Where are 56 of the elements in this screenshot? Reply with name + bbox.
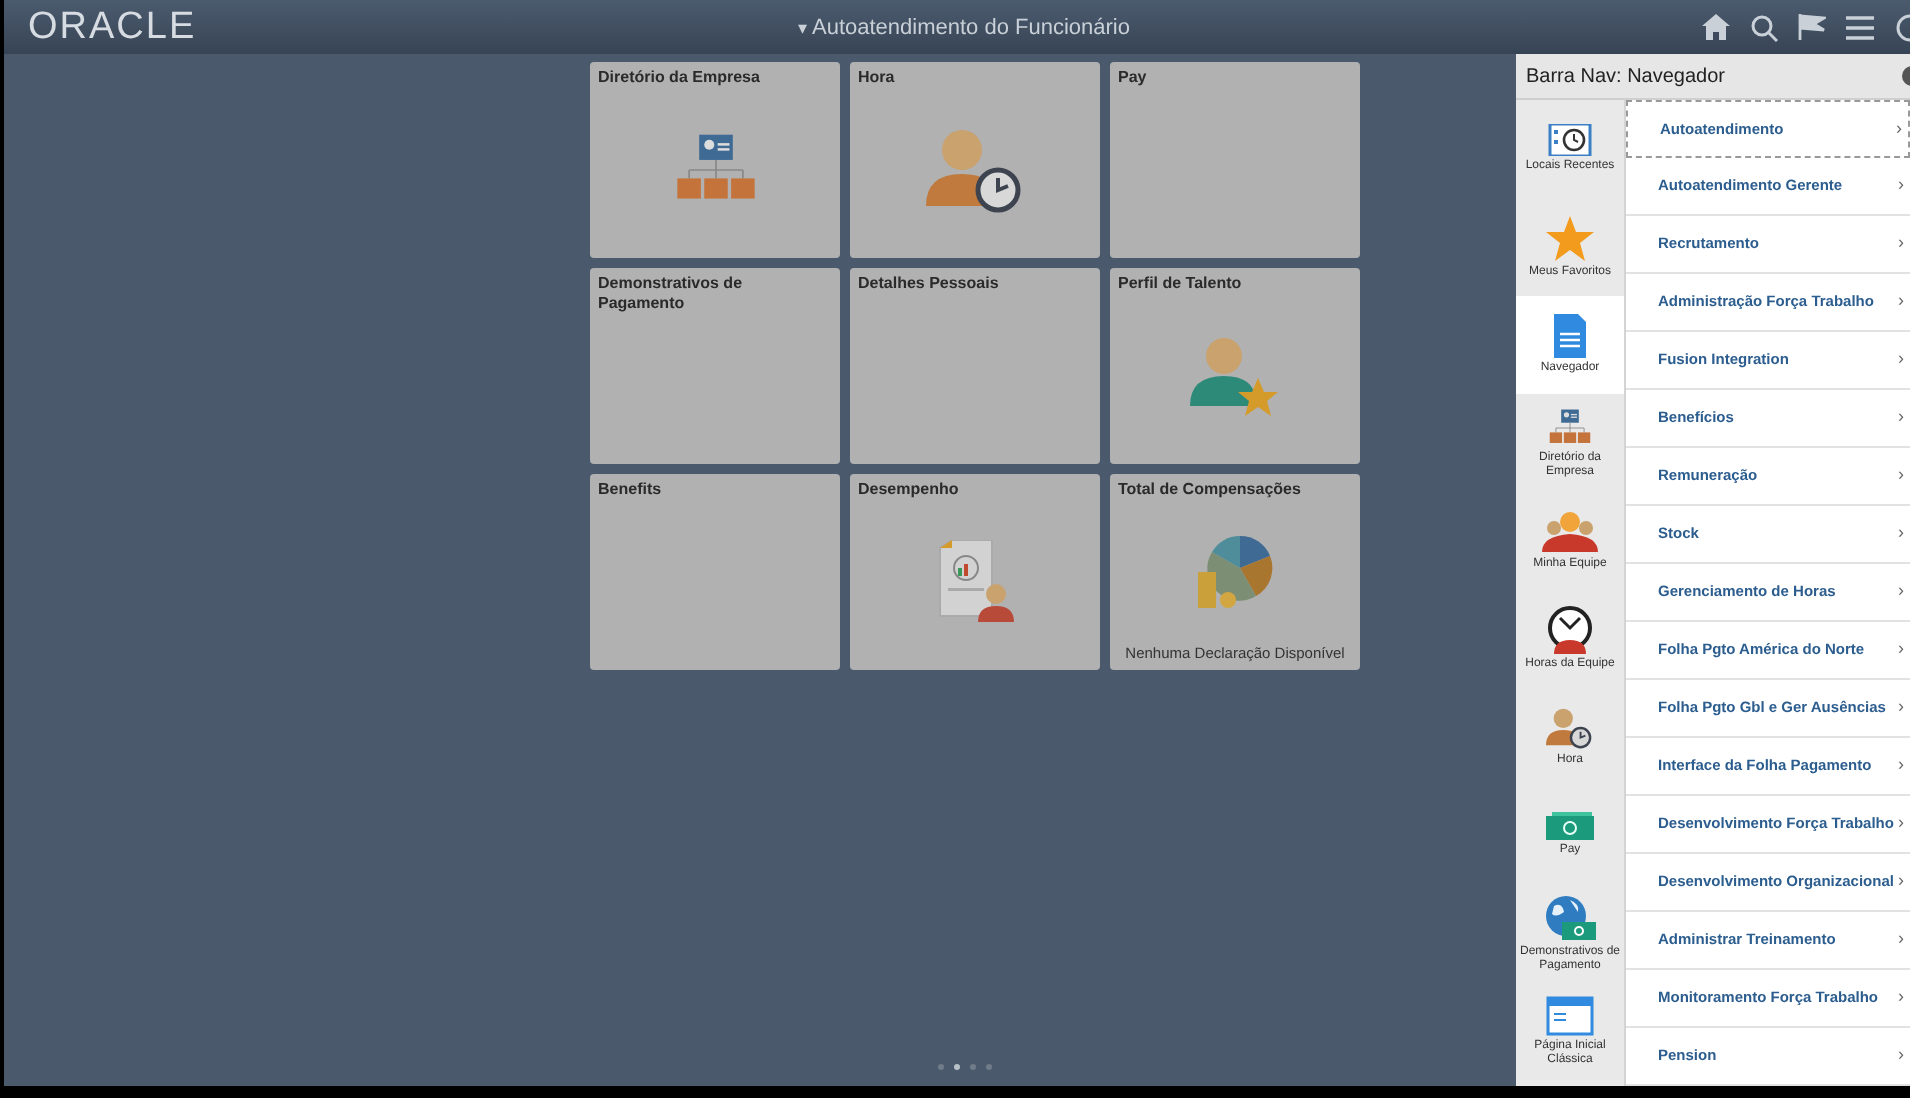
chevron-icon: ›: [1898, 810, 1904, 838]
chevron-icon: ›: [1898, 926, 1904, 954]
tile[interactable]: Demonstrativos de Pagamento: [590, 268, 840, 464]
chevron-icon: ›: [1898, 1042, 1904, 1070]
chevron-icon: ›: [1898, 578, 1904, 606]
tile-title: Diretório da Empresa: [598, 68, 762, 88]
tile[interactable]: Pay: [1110, 62, 1360, 258]
menu-icon[interactable]: [1846, 15, 1874, 39]
chevron-icon: ›: [1898, 520, 1904, 548]
panel-title: Barra Nav: Navegador: [1526, 63, 1725, 91]
chevron-icon: ›: [1898, 462, 1904, 490]
search-icon[interactable]: [1750, 13, 1778, 41]
tile-title: Desempenho: [858, 480, 961, 500]
chevron-icon: ›: [1898, 752, 1904, 780]
tile[interactable]: Perfil de Talento: [1110, 268, 1360, 464]
chevron-icon: ›: [1898, 636, 1904, 664]
team-icon: [1542, 510, 1598, 555]
page-title[interactable]: Autoatendimento do Funcionário: [812, 12, 1130, 45]
report-person-icon: [935, 540, 1015, 624]
tile-title: Total de Compensações: [1118, 480, 1303, 500]
home-icon[interactable]: [1702, 14, 1730, 40]
tile-title: Benefits: [598, 480, 664, 500]
recent-clock-icon: [1548, 124, 1592, 157]
chevron-icon: ›: [1898, 984, 1904, 1012]
tile[interactable]: Detalhes Pessoais: [850, 268, 1100, 464]
globe-banknote-icon: [1544, 894, 1596, 942]
document-icon: [1554, 314, 1586, 359]
person-clock-icon: [1546, 706, 1594, 751]
chevron-icon: ›: [1898, 868, 1904, 896]
oracle-logo: ORACLE: [28, 8, 197, 46]
person-clock-icon: [925, 126, 1025, 214]
chevron-icon: ›: [1898, 288, 1904, 316]
chevron-icon: ›: [1898, 404, 1904, 432]
pie-coins-icon: [1195, 532, 1275, 612]
person-star-icon: [1189, 334, 1281, 418]
tile[interactable]: Diretório da Empresa: [590, 62, 840, 258]
tile-title: Detalhes Pessoais: [858, 274, 1001, 294]
team-clock-icon: [1546, 606, 1594, 655]
flag-icon[interactable]: [1798, 14, 1826, 40]
tile[interactable]: Desempenho: [850, 474, 1100, 670]
star-icon: [1546, 215, 1594, 262]
tile-title: Hora: [858, 68, 897, 88]
caret-icon[interactable]: ▾: [798, 15, 808, 42]
tile[interactable]: Benefits: [590, 474, 840, 670]
browser-window-icon: [1546, 996, 1594, 1036]
banknote-icon: [1546, 812, 1594, 841]
chevron-icon: ›: [1898, 346, 1904, 374]
chevron-icon: ›: [1898, 694, 1904, 722]
org-chart-icon: [1548, 408, 1592, 448]
tile-title: Perfil de Talento: [1118, 274, 1244, 294]
chevron-icon: ›: [1898, 230, 1904, 258]
tile-title: Demonstrativos de Pagamento: [598, 274, 745, 314]
chevron-icon: ›: [1898, 172, 1904, 200]
tile[interactable]: Hora: [850, 62, 1100, 258]
chevron-icon: ›: [1896, 115, 1902, 143]
tile-title: Pay: [1118, 68, 1149, 88]
